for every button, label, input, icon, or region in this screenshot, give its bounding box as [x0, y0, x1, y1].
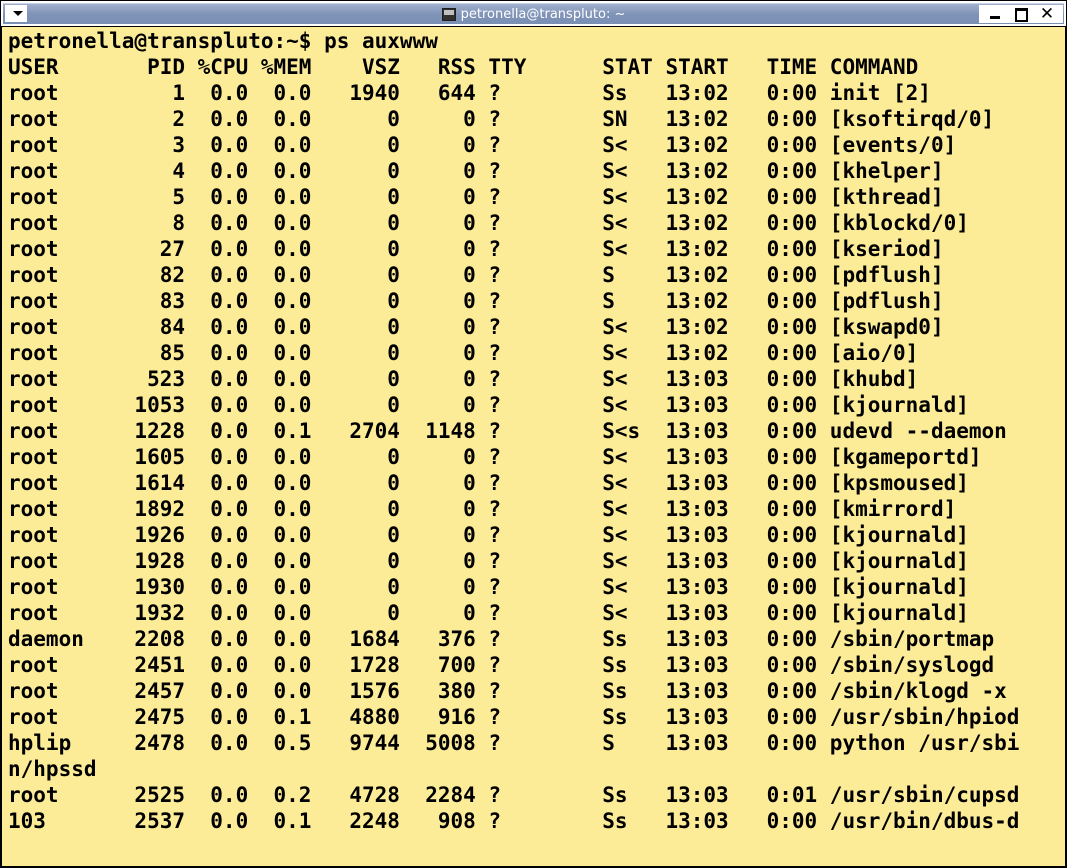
terminal-prompt-line: petronella@transpluto:~$ ps auxwww	[8, 29, 438, 53]
ps-output-line: root 2451 0.0 0.0 1728 700 ? Ss 13:03 0:…	[8, 653, 995, 677]
ps-output-line: root 27 0.0 0.0 0 0 ? S< 13:02 0:00 [kse…	[8, 237, 944, 261]
ps-output-line: root 2 0.0 0.0 0 0 ? SN 13:02 0:00 [ksof…	[8, 107, 995, 131]
maximize-icon	[1015, 8, 1028, 22]
minimize-button[interactable]	[983, 5, 1007, 23]
terminal-area[interactable]: petronella@transpluto:~$ ps auxwww USER P…	[2, 27, 1065, 866]
ps-output-line-wrap: hplip 2478 0.0 0.5 9744 5008 ? S 13:03 0…	[8, 731, 1020, 755]
ps-output-line: root 1 0.0 0.0 1940 644 ? Ss 13:02 0:00 …	[8, 81, 931, 105]
terminal-icon	[441, 7, 456, 21]
ps-output-line: root 1614 0.0 0.0 0 0 ? S< 13:03 0:00 [k…	[8, 471, 969, 495]
ps-output-line: root 1932 0.0 0.0 0 0 ? S< 13:03 0:00 [k…	[8, 601, 969, 625]
ps-output-line: root 1892 0.0 0.0 0 0 ? S< 13:03 0:00 [k…	[8, 497, 957, 521]
ps-output-line: root 2457 0.0 0.0 1576 380 ? Ss 13:03 0:…	[8, 679, 1007, 703]
ps-output-line: root 523 0.0 0.0 0 0 ? S< 13:03 0:00 [kh…	[8, 367, 919, 391]
ps-output-line: daemon 2208 0.0 0.0 1684 376 ? Ss 13:03 …	[8, 627, 995, 651]
ps-output-line: root 85 0.0 0.0 0 0 ? S< 13:02 0:00 [aio…	[8, 341, 919, 365]
ps-output-line: root 2475 0.0 0.1 4880 916 ? Ss 13:03 0:…	[8, 705, 1020, 729]
ps-output-line: root 84 0.0 0.0 0 0 ? S< 13:02 0:00 [ksw…	[8, 315, 944, 339]
ps-output-line: root 1930 0.0 0.0 0 0 ? S< 13:03 0:00 [k…	[8, 575, 969, 599]
ps-output-line: root 5 0.0 0.0 0 0 ? S< 13:02 0:00 [kthr…	[8, 185, 944, 209]
ps-output-line: root 3 0.0 0.0 0 0 ? S< 13:02 0:00 [even…	[8, 133, 957, 157]
ps-output-line: root 83 0.0 0.0 0 0 ? S 13:02 0:00 [pdfl…	[8, 289, 944, 313]
ps-output-line: root 1228 0.0 0.1 2704 1148 ? S<s 13:03 …	[8, 419, 1007, 443]
ps-output-line: root 1605 0.0 0.0 0 0 ? S< 13:03 0:00 [k…	[8, 445, 982, 469]
ps-output-line: root 1053 0.0 0.0 0 0 ? S< 13:03 0:00 [k…	[8, 393, 969, 417]
minimize-icon	[990, 16, 1000, 19]
ps-output-line: root 82 0.0 0.0 0 0 ? S 13:02 0:00 [pdfl…	[8, 263, 944, 287]
ps-output-line: root 1926 0.0 0.0 0 0 ? S< 13:03 0:00 [k…	[8, 523, 969, 547]
ps-output-line: n/hpssd	[8, 757, 97, 781]
ps-output-line: root 4 0.0 0.0 0 0 ? S< 13:02 0:00 [khel…	[8, 159, 944, 183]
close-button[interactable]: ✕	[1035, 5, 1059, 23]
terminal-window: petronella@transpluto: ~ ✕ petronella@tr…	[0, 0, 1067, 868]
window-controls: ✕	[979, 5, 1063, 23]
ps-output-line: root 2525 0.0 0.2 4728 2284 ? Ss 13:03 0…	[8, 783, 1020, 807]
ps-output-line-wrap: 103 2537 0.0 0.1 2248 908 ? Ss 13:03 0:0…	[8, 809, 1020, 833]
ps-output-line: root 8 0.0 0.0 0 0 ? S< 13:02 0:00 [kblo…	[8, 211, 969, 235]
window-title: petronella@transpluto: ~	[460, 6, 626, 22]
terminal-output: petronella@transpluto:~$ ps auxwww USER P…	[8, 28, 1019, 834]
ps-header-line: USER PID %CPU %MEM VSZ RSS TTY STAT STAR…	[8, 55, 919, 79]
close-icon: ✕	[1039, 4, 1055, 24]
title-bar[interactable]: petronella@transpluto: ~ ✕	[0, 0, 1067, 27]
title-area: petronella@transpluto: ~	[1, 3, 1066, 25]
maximize-button[interactable]	[1009, 5, 1033, 23]
ps-output-line: root 1928 0.0 0.0 0 0 ? S< 13:03 0:00 [k…	[8, 549, 969, 573]
